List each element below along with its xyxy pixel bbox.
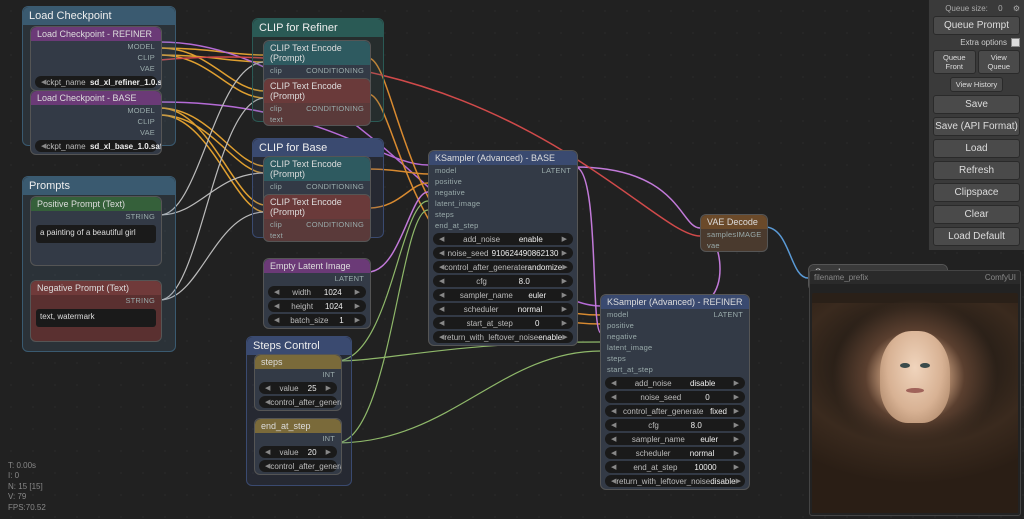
queue-prompt-button[interactable]: Queue Prompt [933, 16, 1020, 35]
out-vae: VAE [140, 64, 155, 73]
preview-image-panel[interactable]: filename_prefix ComfyUI [809, 270, 1021, 516]
load-button[interactable]: Load [933, 139, 1020, 158]
node-title: Load Checkpoint - BASE [31, 91, 161, 105]
node-vae-decode[interactable]: VAE Decode samplesIMAGE vae [700, 214, 768, 252]
node-title: Load Checkpoint - REFINER [31, 27, 161, 41]
view-history-button[interactable]: View History [950, 77, 1002, 92]
extra-options-checkbox[interactable] [1011, 38, 1020, 47]
queue-size-label: Queue size: [945, 4, 988, 13]
queue-front-button[interactable]: Queue Front [933, 50, 976, 74]
node-positive-prompt[interactable]: Positive Prompt (Text) STRING a painting… [30, 196, 162, 266]
group-title-prompts: Prompts [23, 177, 175, 195]
gear-icon[interactable]: ⚙ [1013, 4, 1020, 13]
prompt-text[interactable]: a painting of a beautiful girl [36, 225, 156, 243]
filename-prefix-value: ComfyUI [985, 273, 1016, 282]
save-button[interactable]: Save [933, 95, 1020, 114]
node-title: Positive Prompt (Text) [31, 197, 161, 211]
control-panel: Queue size: 0 ⚙ Queue Prompt Extra optio… [928, 0, 1024, 250]
group-title-clip-base: CLIP for Base [253, 139, 383, 157]
node-negative-prompt[interactable]: Negative Prompt (Text) STRING text, wate… [30, 280, 162, 342]
ckpt-select[interactable]: ◀ckpt_name sd_xl_refiner_1.0.safetensors… [35, 76, 157, 88]
node-empty-latent[interactable]: Empty Latent Image LATENT ◀width1024▶ ◀h… [263, 258, 371, 329]
refresh-button[interactable]: Refresh [933, 161, 1020, 180]
node-ksampler-refiner[interactable]: KSampler (Advanced) - REFINER modelLATEN… [600, 294, 750, 490]
group-title-steps: Steps Control [247, 337, 351, 355]
node-end-at-step[interactable]: end_at_step INT ◀value20▶ ◀control_after… [254, 418, 342, 475]
extra-options-label: Extra options [960, 38, 1007, 47]
queue-size-value: 0 [998, 4, 1002, 13]
load-default-button[interactable]: Load Default [933, 227, 1020, 246]
clipspace-button[interactable]: Clipspace [933, 183, 1020, 202]
out-clip: CLIP [138, 53, 155, 62]
node-title: Negative Prompt (Text) [31, 281, 161, 295]
output-image [812, 293, 1018, 513]
view-queue-button[interactable]: View Queue [978, 50, 1021, 74]
node-steps[interactable]: steps INT ◀value25▶ ◀control_after_gener… [254, 354, 342, 411]
ckpt-select[interactable]: ◀ckpt_name sd_xl_base_1.0.safetensors▶ [35, 140, 157, 152]
prompt-text[interactable]: text, watermark [36, 309, 156, 327]
clear-button[interactable]: Clear [933, 205, 1020, 224]
save-api-button[interactable]: Save (API Format) [933, 117, 1020, 136]
node-load-checkpoint-refiner[interactable]: Load Checkpoint - REFINER MODEL CLIP VAE… [30, 26, 162, 91]
node-clip-encode-base-neg[interactable]: CLIP Text Encode (Prompt) clipCONDITIONI… [263, 194, 371, 242]
perf-stats: T: 0.00sI: 0N: 15 [15]V: 79FPS:70.52 [8, 461, 46, 513]
node-clip-encode-refiner-neg[interactable]: CLIP Text Encode (Prompt) clipCONDITIONI… [263, 78, 371, 126]
node-load-checkpoint-base[interactable]: Load Checkpoint - BASE MODEL CLIP VAE ◀c… [30, 90, 162, 155]
node-ksampler-base[interactable]: KSampler (Advanced) - BASE modelLATENTpo… [428, 150, 578, 346]
group-title-clip-refiner: CLIP for Refiner [253, 19, 383, 37]
out-model: MODEL [127, 42, 155, 51]
group-title-load-checkpoint: Load Checkpoint [23, 7, 175, 25]
filename-prefix-label: filename_prefix [814, 273, 868, 282]
